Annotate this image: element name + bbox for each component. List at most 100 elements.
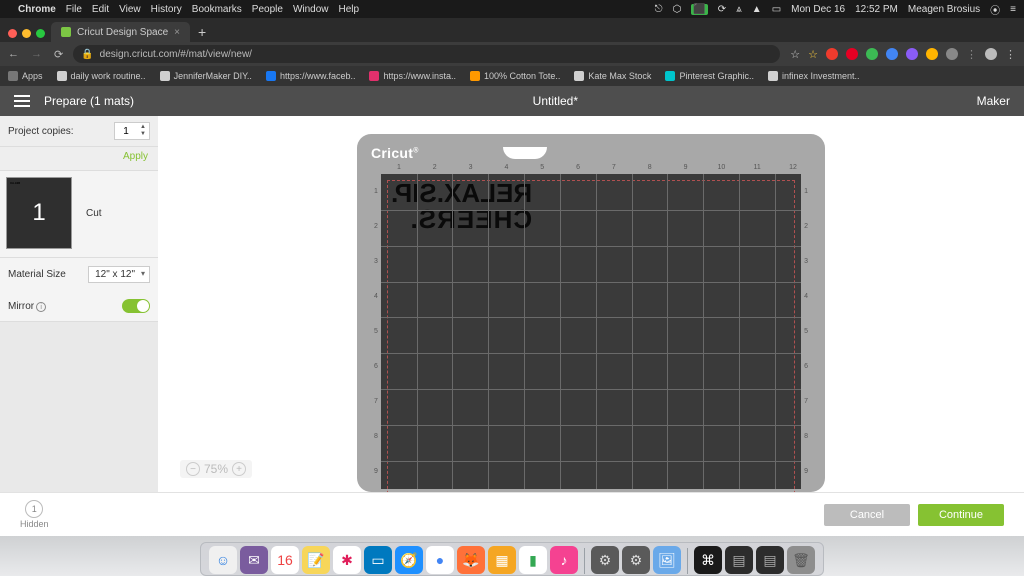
- status-icon[interactable]: ⎋: [655, 4, 663, 15]
- wifi-icon[interactable]: ⩓: [736, 4, 742, 15]
- extension-icon[interactable]: [846, 48, 858, 60]
- menu-view[interactable]: View: [119, 4, 141, 15]
- dock-separator: [687, 548, 688, 574]
- dock-app-icon[interactable]: 🖼: [653, 546, 681, 574]
- status-icon[interactable]: ⬛: [691, 4, 707, 15]
- close-window-icon[interactable]: [8, 29, 17, 38]
- dock-app-icon[interactable]: ▤: [725, 546, 753, 574]
- mat-thumbnail[interactable]: RELAX 1: [6, 177, 72, 249]
- menubar-time[interactable]: 12:52 PM: [855, 4, 898, 15]
- ruler-vertical-right: 123456789: [801, 174, 811, 489]
- toolbar-icon[interactable]: ☆: [790, 48, 800, 61]
- menu-people[interactable]: People: [252, 4, 283, 15]
- dock-app-icon[interactable]: 16: [271, 546, 299, 574]
- reload-button[interactable]: ⟳: [54, 48, 63, 61]
- hidden-count-badge: 1: [25, 500, 43, 518]
- status-icon[interactable]: ⬡: [673, 4, 682, 15]
- mat-thumbnail-row[interactable]: RELAX 1 Cut: [0, 170, 158, 257]
- cancel-button[interactable]: Cancel: [824, 504, 910, 526]
- extension-icon[interactable]: [906, 48, 918, 60]
- extension-icon[interactable]: [826, 48, 838, 60]
- dock-app-icon[interactable]: ▦: [488, 546, 516, 574]
- copies-input[interactable]: [115, 126, 137, 137]
- dock-app-icon[interactable]: ▤: [756, 546, 784, 574]
- forward-button[interactable]: →: [31, 48, 42, 61]
- bookmark-item[interactable]: https://www.faceb..: [266, 71, 356, 81]
- dock-app-icon[interactable]: ⚙: [622, 546, 650, 574]
- step-down-icon[interactable]: ▼: [137, 131, 149, 138]
- menubar-user[interactable]: Meagen Brosius: [908, 4, 980, 15]
- bookmark-item[interactable]: daily work routine..: [57, 71, 146, 81]
- menubar-date[interactable]: Mon Dec 16: [791, 4, 845, 15]
- tab-close-icon[interactable]: ×: [174, 27, 180, 38]
- dock-app-icon[interactable]: 🦊: [457, 546, 485, 574]
- app-menu[interactable]: Chrome: [18, 4, 56, 15]
- ruler-tick: 9: [801, 454, 811, 489]
- extension-icon[interactable]: [926, 48, 938, 60]
- mat-grid[interactable]: RELAX.SIP. CHEERS.: [381, 174, 801, 489]
- menu-window[interactable]: Window: [293, 4, 329, 15]
- address-bar[interactable]: 🔒 design.cricut.com/#/mat/view/new/: [73, 45, 780, 63]
- toolbar-icon[interactable]: ☆: [808, 48, 818, 61]
- mirror-toggle[interactable]: [122, 299, 150, 313]
- dock-app-icon[interactable]: ☺: [209, 546, 237, 574]
- material-size-select[interactable]: 12" x 12": [88, 266, 150, 283]
- copies-stepper[interactable]: ▲▼: [114, 122, 150, 140]
- dock-app-icon[interactable]: ⌘: [694, 546, 722, 574]
- bookmark-item[interactable]: Kate Max Stock: [574, 71, 651, 81]
- dock-app-icon[interactable]: ●: [426, 546, 454, 574]
- ruler-tick: 4: [371, 279, 381, 314]
- notification-icon[interactable]: ≡: [1010, 4, 1016, 15]
- extension-icon[interactable]: [866, 48, 878, 60]
- chrome-menu-icon[interactable]: ⋮: [1005, 48, 1016, 61]
- profile-avatar-icon[interactable]: [985, 48, 997, 60]
- menu-help[interactable]: Help: [339, 4, 360, 15]
- back-button[interactable]: ←: [8, 48, 19, 61]
- browser-tab[interactable]: Cricut Design Space ×: [51, 22, 190, 42]
- machine-label[interactable]: Maker: [977, 94, 1010, 108]
- ruler-tick: 5: [801, 314, 811, 349]
- dock-app-icon[interactable]: ▮: [519, 546, 547, 574]
- zoom-out-button[interactable]: −: [186, 462, 200, 476]
- status-icon[interactable]: ▲: [752, 4, 762, 15]
- bookmark-item[interactable]: 100% Cotton Tote..: [470, 71, 560, 81]
- new-tab-button[interactable]: +: [190, 24, 214, 42]
- dock-app-icon[interactable]: ♪: [550, 546, 578, 574]
- dock-app-icon[interactable]: ✉: [240, 546, 268, 574]
- dock: ☺✉16📝✱▭🧭●🦊▦▮♪⚙⚙🖼⌘▤▤🗑: [200, 542, 824, 576]
- dock-app-icon[interactable]: 🧭: [395, 546, 423, 574]
- extension-icon[interactable]: [886, 48, 898, 60]
- minimize-window-icon[interactable]: [22, 29, 31, 38]
- design-object[interactable]: RELAX.SIP. CHEERS.: [391, 180, 532, 232]
- menu-bookmarks[interactable]: Bookmarks: [192, 4, 242, 15]
- ruler-tick: 5: [371, 314, 381, 349]
- menu-button[interactable]: [14, 95, 30, 107]
- ruler-tick: 9: [371, 454, 381, 489]
- step-up-icon[interactable]: ▲: [137, 124, 149, 131]
- bookmark-item[interactable]: JenniferMaker DIY..: [160, 71, 252, 81]
- dock-app-icon[interactable]: 📝: [302, 546, 330, 574]
- menu-edit[interactable]: Edit: [92, 4, 109, 15]
- dock-app-icon[interactable]: ✱: [333, 546, 361, 574]
- menu-history[interactable]: History: [151, 4, 182, 15]
- continue-button[interactable]: Continue: [918, 504, 1004, 526]
- apps-button[interactable]: Apps: [8, 71, 43, 81]
- dock-app-icon[interactable]: ▭: [364, 546, 392, 574]
- menu-file[interactable]: File: [66, 4, 82, 15]
- dock-app-icon[interactable]: 🗑: [787, 546, 815, 574]
- extension-icon[interactable]: [946, 48, 958, 60]
- bookmark-item[interactable]: https://www.insta..: [369, 71, 456, 81]
- macos-menubar: Chrome File Edit View History Bookmarks …: [0, 0, 1024, 18]
- apply-button[interactable]: Apply: [123, 151, 148, 162]
- status-icon[interactable]: ⟳: [718, 4, 726, 15]
- hidden-layers-button[interactable]: 1 Hidden: [20, 500, 49, 529]
- bookmark-item[interactable]: infinex Investment..: [768, 71, 860, 81]
- overflow-icon[interactable]: ⋮: [966, 48, 977, 61]
- spotlight-icon[interactable]: ⦿: [990, 2, 1000, 17]
- zoom-in-button[interactable]: +: [232, 462, 246, 476]
- bookmark-item[interactable]: Pinterest Graphic..: [665, 71, 754, 81]
- dock-app-icon[interactable]: ⚙: [591, 546, 619, 574]
- maximize-window-icon[interactable]: [36, 29, 45, 38]
- battery-icon[interactable]: ▭: [772, 4, 781, 15]
- info-icon[interactable]: i: [36, 302, 46, 312]
